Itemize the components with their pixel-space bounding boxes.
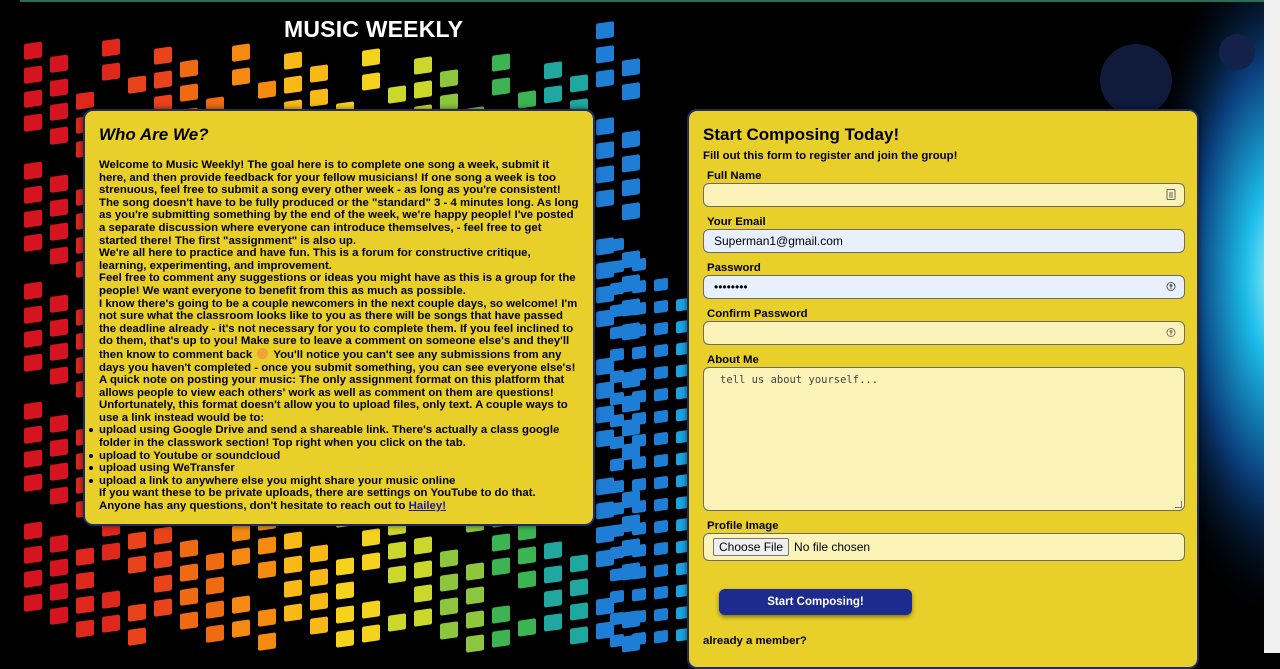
site-title: MUSIC WEEKLY — [284, 16, 464, 42]
resize-handle-icon[interactable] — [1175, 501, 1182, 508]
about-heading: Who Are We? — [99, 125, 209, 144]
about-me-label: About Me — [707, 354, 759, 366]
email-value: Superman1@gmail.com — [714, 234, 843, 248]
password-input[interactable]: •••••••• — [703, 275, 1185, 299]
about-card: Who Are We? Welcome to Music Weekly! The… — [83, 109, 595, 526]
confirm-password-group: Confirm Password — [703, 308, 1185, 345]
profile-image-group: Profile Image Choose File No file chosen — [703, 520, 1185, 561]
register-card: Start Composing Today! Fill out this for… — [687, 109, 1199, 669]
about-paragraph: Welcome to Music Weekly! The goal here i… — [99, 159, 579, 247]
page-scrollbar[interactable] — [1264, 0, 1280, 653]
list-item: upload using Google Drive and send a sha… — [89, 424, 579, 449]
key-icon[interactable] — [1166, 281, 1176, 292]
email-label: Your Email — [707, 216, 766, 228]
full-name-input[interactable] — [703, 183, 1185, 207]
about-paragraph: A quick note on posting your music: The … — [99, 374, 568, 424]
choose-file-button[interactable]: Choose File — [713, 538, 790, 556]
form-subheading: Fill out this form to register and join … — [703, 150, 958, 162]
start-composing-button[interactable]: Start Composing! — [719, 589, 912, 615]
password-label: Password — [707, 262, 761, 274]
contact-hailey-link[interactable]: Hailey! — [409, 500, 446, 512]
profile-image-input[interactable]: Choose File No file chosen — [703, 533, 1185, 561]
list-item: upload a link to anywhere else you might… — [89, 475, 579, 488]
about-paragraph-part: If you want these to be private uploads,… — [99, 487, 536, 513]
contact-card-icon[interactable] — [1166, 189, 1176, 200]
email-input[interactable]: Superman1@gmail.com — [703, 229, 1185, 253]
smile-icon — [257, 347, 269, 359]
upload-options-list: upload using Google Drive and send a sha… — [89, 424, 579, 488]
password-group: Password •••••••• — [703, 262, 1185, 299]
top-accent-line — [20, 0, 1264, 2]
file-status: No file chosen — [794, 540, 871, 554]
full-name-label: Full Name — [707, 170, 762, 182]
about-paragraph: Feel free to comment any suggestions or … — [99, 272, 576, 297]
about-paragraph: If you want these to be private uploads,… — [99, 487, 579, 512]
password-value: •••••••• — [714, 280, 748, 294]
full-name-group: Full Name — [703, 170, 1185, 207]
confirm-password-label: Confirm Password — [707, 308, 808, 320]
key-icon[interactable] — [1166, 327, 1176, 338]
about-me-textarea[interactable]: tell us about yourself... — [703, 367, 1185, 511]
about-me-group: About Me tell us about yourself... — [703, 354, 1185, 511]
already-member-text[interactable]: already a member? — [703, 635, 1183, 647]
form-heading: Start Composing Today! — [703, 125, 900, 144]
about-paragraph: We're all here to practice and have fun.… — [99, 247, 531, 272]
about-paragraph: I know there's going to be a couple newc… — [99, 298, 579, 375]
list-item: upload to Youtube or soundcloud — [89, 450, 579, 463]
about-me-placeholder: tell us about yourself... — [720, 374, 879, 386]
email-group: Your Email Superman1@gmail.com — [703, 216, 1185, 253]
about-text: Welcome to Music Weekly! The goal here i… — [89, 159, 579, 513]
confirm-password-input[interactable] — [703, 321, 1185, 345]
profile-image-label: Profile Image — [707, 520, 779, 532]
list-item: upload using WeTransfer — [89, 462, 579, 475]
